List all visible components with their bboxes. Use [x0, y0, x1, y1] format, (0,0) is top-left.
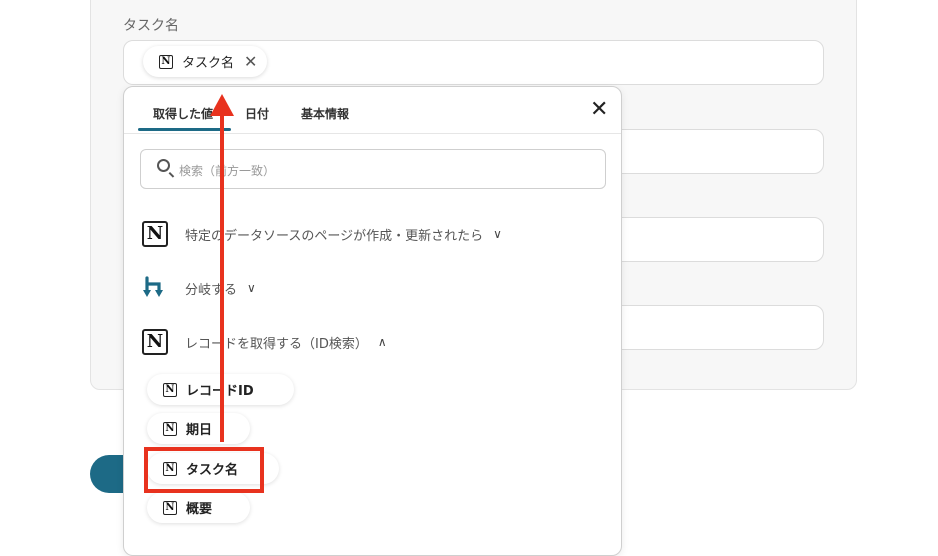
tab-date[interactable]: 日付 [245, 105, 269, 122]
tab-basic-info[interactable]: 基本情報 [301, 105, 349, 122]
remove-token-icon[interactable]: ✕ [244, 52, 257, 71]
item-due-date[interactable]: N 期日 [147, 413, 250, 444]
item-overview[interactable]: N 概要 [147, 492, 250, 523]
chevron-down-icon: ∨ [493, 227, 502, 241]
notion-icon: N [163, 421, 177, 436]
selected-token-chip[interactable]: N タスク名 ✕ [143, 46, 268, 77]
chevron-up-icon: ∧ [377, 335, 387, 349]
search-input[interactable]: 検索（前方一致） [140, 149, 606, 189]
search-placeholder: 検索（前方一致） [179, 164, 276, 178]
section-branch[interactable]: 分岐する ∨ [142, 273, 256, 303]
section-label: 特定のデータソースのページが作成・更新されたら [185, 228, 484, 244]
notion-icon: N [142, 329, 168, 355]
notion-icon: N [159, 54, 173, 69]
item-label: 概要 [186, 502, 213, 517]
chevron-down-icon: ∨ [247, 281, 256, 295]
active-tab-indicator [138, 128, 231, 131]
search-icon [157, 159, 170, 172]
selected-token-label: タスク名 [182, 56, 235, 71]
section-label: 分岐する [185, 282, 238, 298]
notion-icon: N [142, 221, 168, 247]
section-trigger[interactable]: N 特定のデータソースのページが作成・更新されたら ∨ [142, 219, 502, 249]
item-record-id[interactable]: N レコードID [147, 374, 294, 405]
tab-fetched-values[interactable]: 取得した値 [153, 105, 213, 122]
section-get-record[interactable]: N レコードを取得する（ID検索） ∧ [142, 327, 387, 357]
item-label: レコードID [186, 384, 254, 399]
notion-icon: N [163, 382, 177, 397]
branch-icon [143, 276, 163, 297]
notion-icon: N [163, 500, 177, 515]
tab-bar: 取得した値 日付 基本情報 ✕ [124, 87, 621, 134]
close-icon[interactable]: ✕ [590, 99, 608, 121]
task-name-label: タスク名 [123, 18, 179, 34]
item-label: 期日 [186, 423, 213, 438]
highlight-box [144, 447, 264, 493]
section-label: レコードを取得する（ID検索） [185, 336, 368, 352]
